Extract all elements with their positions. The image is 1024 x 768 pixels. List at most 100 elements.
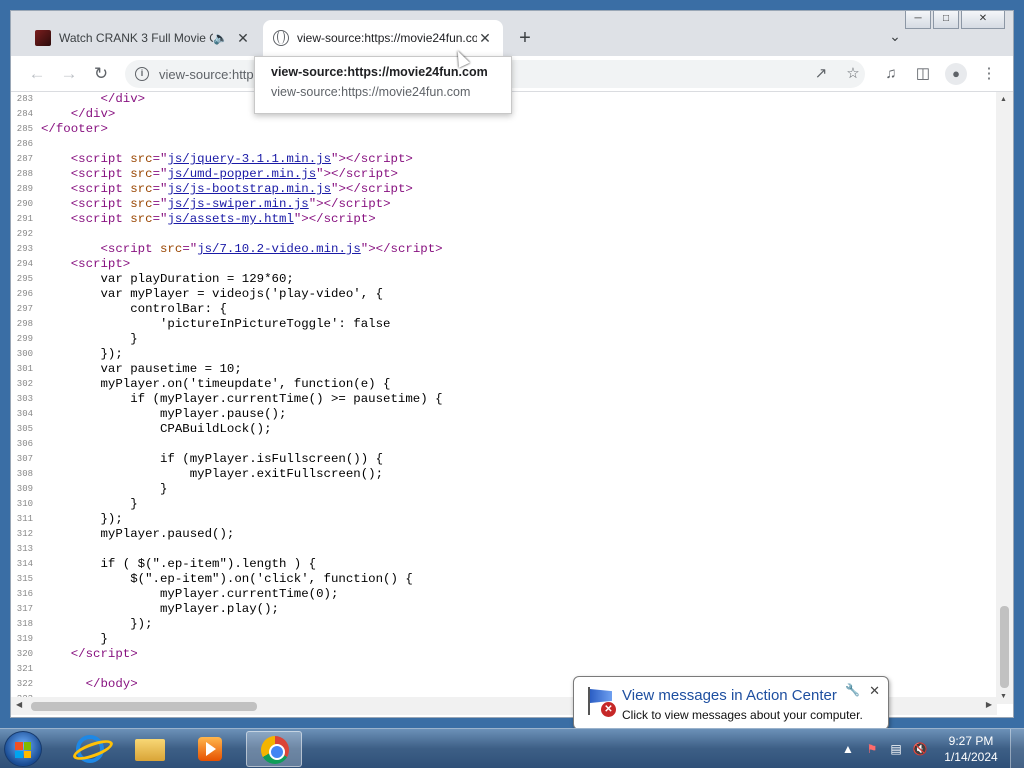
wrench-icon[interactable]: 🔧 <box>845 683 860 697</box>
source-line: 306 <box>11 437 997 452</box>
folder-icon <box>135 739 165 761</box>
balloon-title[interactable]: View messages in Action Center <box>622 687 837 704</box>
script-src-link[interactable]: js/umd-popper.min.js <box>167 167 316 181</box>
line-number: 301 <box>16 364 33 374</box>
source-view[interactable]: 283 </div> 284 </div> 285 </footer> 286 287 <… <box>11 92 997 704</box>
source-line: 313 <box>11 542 997 557</box>
site-info-icon[interactable]: i <box>135 67 149 81</box>
show-hidden-icons-arrow-icon[interactable]: ▲ <box>838 739 858 759</box>
scroll-right-arrow-icon[interactable]: ▶ <box>986 700 992 709</box>
media-player-taskbar-button[interactable] <box>182 731 238 767</box>
maximize-button[interactable]: □ <box>933 11 959 29</box>
line-number: 304 <box>16 409 33 419</box>
clock[interactable]: 9:27 PM 1/14/2024 <box>932 733 1010 765</box>
line-number: 313 <box>16 544 33 554</box>
line-code: } <box>41 497 138 511</box>
line-number: 314 <box>16 559 33 569</box>
line-code: <script src="js/umd-popper.min.js"></scr… <box>70 167 398 181</box>
source-line: 312 myPlayer.paused(); <box>11 527 997 542</box>
file-explorer-taskbar-button[interactable] <box>122 731 178 767</box>
speaker-icon[interactable]: 🔈 <box>213 31 228 45</box>
horizontal-scroll-thumb[interactable] <box>31 702 257 711</box>
chrome-taskbar-button[interactable] <box>246 731 302 767</box>
line-code: </script> <box>70 647 138 661</box>
internet-explorer-taskbar-button[interactable] <box>62 731 118 767</box>
clock-time: 9:27 PM <box>948 734 994 748</box>
source-line: 320 </script> <box>11 647 997 662</box>
line-code: var myPlayer = videojs('play-video', { <box>41 287 384 301</box>
line-code: myPlayer.exitFullscreen(); <box>41 467 384 481</box>
tab-crank3[interactable]: Watch CRANK 3 Full Movie O 🔈 ✕ <box>25 20 261 56</box>
source-line: 299 } <box>11 332 997 347</box>
source-line: 316 myPlayer.currentTime(0); <box>11 587 997 602</box>
reload-button[interactable]: ↻ <box>89 62 113 86</box>
system-tray: ▲ ⚑ ▤ 🔇 9:27 PM 1/14/2024 <box>836 729 1024 768</box>
start-button[interactable] <box>4 731 42 767</box>
tooltip-title: view-source:https://movie24fun.com <box>271 65 488 79</box>
line-number: 309 <box>16 484 33 494</box>
line-code: CPABuildLock(); <box>41 422 272 436</box>
line-number: 308 <box>16 469 33 479</box>
line-number: 303 <box>16 394 33 404</box>
line-number: 296 <box>16 289 33 299</box>
show-desktop-button[interactable] <box>1010 729 1024 768</box>
balloon-close-icon[interactable]: ✕ <box>869 683 880 699</box>
new-tab-button[interactable]: + <box>513 27 537 51</box>
media-control-icon[interactable]: ♫ <box>881 64 901 84</box>
script-src-link[interactable]: js/7.10.2-video.min.js <box>197 242 361 256</box>
script-src-link[interactable]: js/js-bootstrap.min.js <box>167 182 331 196</box>
share-icon[interactable]: ↗ <box>811 64 831 84</box>
source-line: 318 }); <box>11 617 997 632</box>
action-center-tray-icon[interactable]: ⚑ <box>862 739 882 759</box>
source-line: 307 if (myPlayer.isFullscreen()) { <box>11 452 997 467</box>
source-line: 286 <box>11 137 997 152</box>
action-center-balloon[interactable]: ✕ View messages in Action Center Click t… <box>573 676 889 739</box>
line-number: 318 <box>16 619 33 629</box>
source-line: 305 CPABuildLock(); <box>11 422 997 437</box>
vertical-scrollbar[interactable]: ▲ ▼ <box>996 92 1013 704</box>
menu-kebab-icon[interactable]: ⋮ <box>979 64 999 84</box>
source-line: 301 var pausetime = 10; <box>11 362 997 377</box>
line-code: $(".ep-item").on('click', function() { <box>41 572 413 586</box>
tab-search-chevron-icon[interactable]: ⌄ <box>885 28 905 48</box>
source-line: 296 var myPlayer = videojs('play-video',… <box>11 287 997 302</box>
line-number: 305 <box>16 424 33 434</box>
close-tab-icon[interactable]: ✕ <box>235 30 251 47</box>
vertical-scroll-thumb[interactable] <box>1000 606 1009 688</box>
close-window-button[interactable]: ✕ <box>961 11 1005 29</box>
script-src-link[interactable]: js/jquery-3.1.1.min.js <box>167 152 331 166</box>
line-number: 311 <box>16 514 33 524</box>
line-number: 290 <box>16 199 33 209</box>
source-line: 319 } <box>11 632 997 647</box>
action-center-flag-icon: ✕ <box>586 687 616 717</box>
scroll-down-arrow-icon[interactable]: ▼ <box>1000 693 1007 700</box>
forward-button[interactable]: → <box>57 62 81 86</box>
line-code: controlBar: { <box>41 302 227 316</box>
source-line: 302 myPlayer.on('timeupdate', function(e… <box>11 377 997 392</box>
close-tab-icon[interactable]: ✕ <box>477 30 493 47</box>
script-src-link[interactable]: js/assets-my.html <box>167 212 293 226</box>
line-number: 298 <box>16 319 33 329</box>
scroll-left-arrow-icon[interactable]: ◀ <box>16 700 22 709</box>
network-icon[interactable]: ▤ <box>886 739 906 759</box>
volume-muted-icon[interactable]: 🔇 <box>910 739 930 759</box>
script-src-link[interactable]: js/js-swiper.min.js <box>167 197 308 211</box>
back-button[interactable]: ← <box>25 62 49 86</box>
tab-hover-tooltip: view-source:https://movie24fun.com view-… <box>254 56 512 114</box>
address-url[interactable]: view-source:https://movie24fun.com <box>159 67 269 82</box>
source-line: 311 }); <box>11 512 997 527</box>
minimize-button[interactable]: ─ <box>905 11 931 29</box>
browser-window: Watch CRANK 3 Full Movie O 🔈 ✕ view-sour… <box>10 10 1014 718</box>
line-code: }); <box>41 512 123 526</box>
side-panel-icon[interactable]: ◫ <box>913 64 933 84</box>
line-code: <script src="js/jquery-3.1.1.min.js"></s… <box>70 152 413 166</box>
scroll-up-arrow-icon[interactable]: ▲ <box>1000 96 1007 103</box>
line-code: <script src="js/js-swiper.min.js"></scri… <box>70 197 391 211</box>
source-line: 297 controlBar: { <box>11 302 997 317</box>
tab-view-source[interactable]: view-source:https://movie24fun.com ✕ <box>263 20 503 56</box>
source-line: 308 myPlayer.exitFullscreen(); <box>11 467 997 482</box>
bookmark-star-icon[interactable]: ☆ <box>843 64 863 84</box>
profile-avatar-icon[interactable]: ● <box>945 63 967 85</box>
line-code: <script src="js/7.10.2-video.min.js"></s… <box>100 242 443 256</box>
